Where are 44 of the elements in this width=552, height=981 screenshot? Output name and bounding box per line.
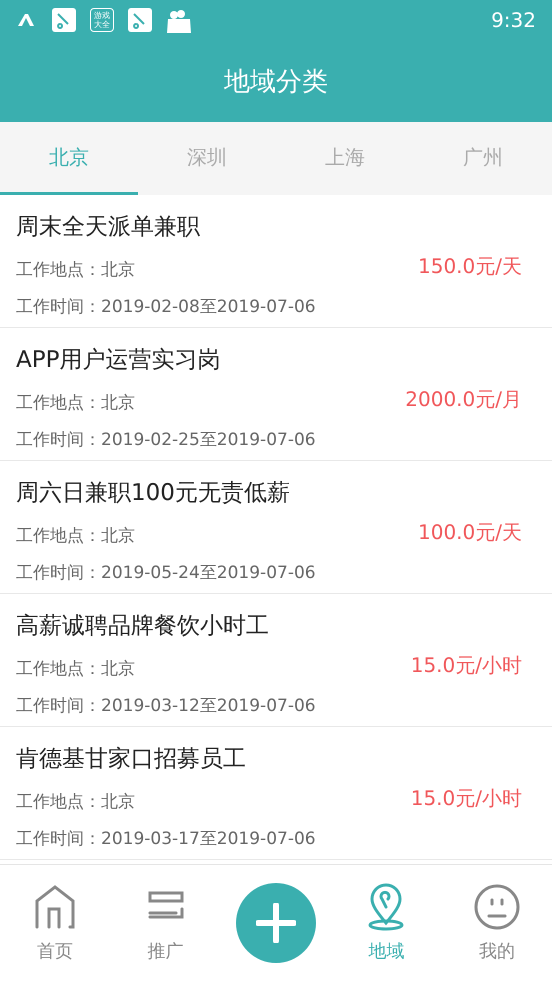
job-dates: 工作时间：2019-03-12至2019-07-06 (16, 695, 316, 718)
app-notification-icon (128, 8, 152, 32)
nav-tab[interactable]: 我的 (442, 883, 552, 963)
job-dates: 工作时间：2019-02-25至2019-07-06 (16, 429, 316, 452)
smiley-face-icon (472, 883, 521, 931)
nav-tab[interactable]: 地域 (331, 883, 442, 963)
nav-label: 推广 (148, 940, 184, 963)
plus-icon (256, 903, 296, 943)
city-tab[interactable]: 深圳 (138, 122, 276, 195)
nav-tab[interactable]: 推广 (110, 883, 221, 963)
job-title: 高薪诚聘品牌餐饮小时工 (16, 612, 270, 641)
job-dates: 工作时间：2019-03-17至2019-07-06 (16, 828, 316, 851)
job-title: 周六日兼职100元无责低薪 (16, 479, 291, 508)
job-salary: 150.0元/天 (418, 253, 522, 280)
nav-label: 我的 (478, 940, 515, 963)
app-notification-icon (52, 8, 76, 32)
job-location: 工作地点：北京 (16, 791, 135, 814)
job-card[interactable]: 高薪诚聘品牌餐饮小时工 工作地点：北京 工作时间：2019-03-12至2019-07-06 15.0元/小时 (0, 594, 552, 727)
nav-label: 首页 (37, 940, 74, 963)
game-app-badge: 游戏 大全 (90, 8, 114, 32)
job-card[interactable]: 周六日兼职100元无责低薪 工作地点：北京 工作时间：2019-05-24至2019-07-06 100.0元/天 (0, 461, 552, 594)
city-tab[interactable]: 北京 (0, 122, 138, 195)
job-card[interactable]: 肯德基甘家口招募员工 工作地点：北京 工作时间：2019-03-17至2019-07-06 15.0元/小时 (0, 727, 552, 860)
nav-label: 地域 (368, 940, 404, 963)
job-dates: 工作时间：2019-05-24至2019-07-06 (16, 562, 316, 585)
job-card[interactable]: APP用户运营实习岗 工作地点：北京 工作时间：2019-02-25至2019-07-06 2000.0元/月 (0, 328, 552, 461)
job-salary: 100.0元/天 (418, 519, 522, 546)
job-salary: 15.0元/小时 (410, 785, 522, 812)
job-salary: 15.0元/小时 (410, 652, 522, 679)
nav-tab[interactable]: 首页 (0, 883, 110, 963)
job-salary: 2000.0元/月 (405, 386, 522, 413)
clock-time: 9:32 (491, 8, 536, 32)
city-tab[interactable]: 广州 (414, 122, 552, 195)
job-card[interactable]: 周末全天派单兼职 工作地点：北京 工作时间：2019-02-08至2019-07-06 150.0元/天 (0, 195, 552, 328)
job-title: 周末全天派单兼职 (16, 213, 201, 242)
job-location: 工作地点：北京 (16, 525, 135, 548)
page-title: 地域分类 (224, 66, 328, 98)
job-location: 工作地点：北京 (16, 259, 135, 282)
job-location: 工作地点：北京 (16, 658, 135, 681)
job-location: 工作地点：北京 (16, 392, 135, 415)
job-dates: 工作时间：2019-02-08至2019-07-06 (16, 296, 316, 319)
job-title: APP用户运营实习岗 (16, 346, 222, 375)
city-tab[interactable]: 上海 (276, 122, 414, 195)
job-title: 肯德基甘家口招募员工 (16, 745, 247, 774)
